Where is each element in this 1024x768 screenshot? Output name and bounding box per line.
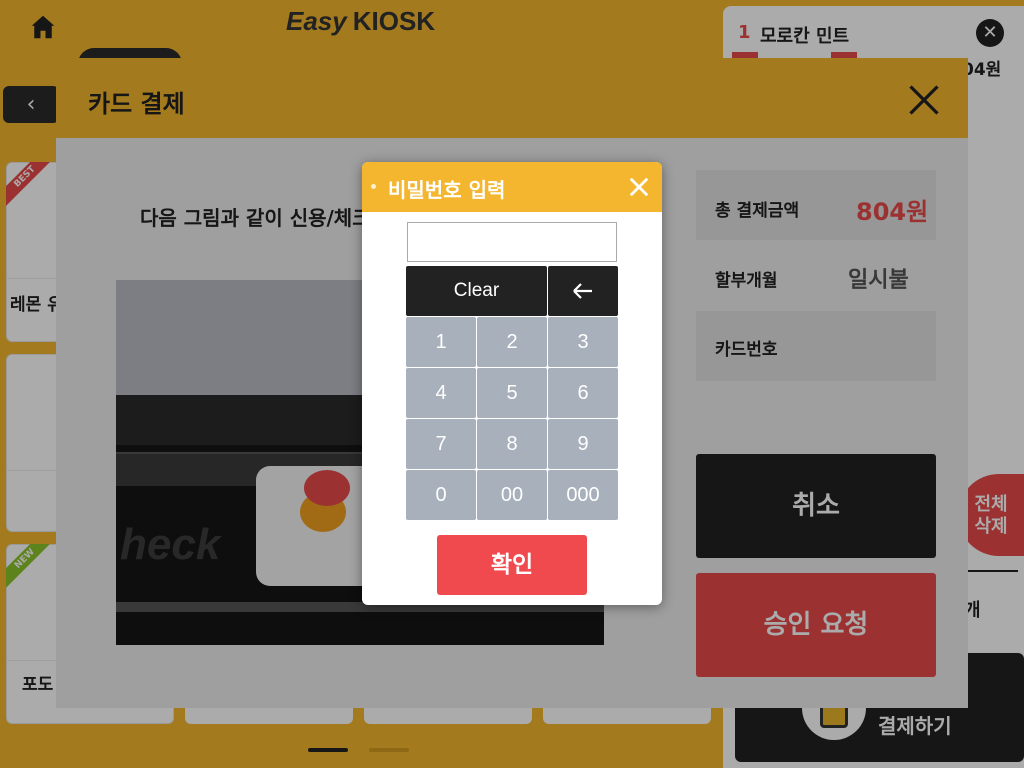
popup-title: 비밀번호 입력	[388, 178, 506, 202]
key-7[interactable]: 7	[406, 419, 476, 469]
key-00[interactable]: 00	[477, 470, 547, 520]
backspace-button[interactable]	[548, 266, 618, 316]
arrow-left-icon	[573, 283, 592, 299]
key-6[interactable]: 6	[548, 368, 618, 418]
password-popup: 비밀번호 입력 Clear 1 2 3 4 5 6 7 8 9 0 00 000…	[362, 162, 662, 605]
key-2[interactable]: 2	[477, 317, 547, 367]
key-0[interactable]: 0	[406, 470, 476, 520]
key-000[interactable]: 000	[548, 470, 618, 520]
key-5[interactable]: 5	[477, 368, 547, 418]
bullet-icon	[371, 184, 376, 189]
password-input[interactable]	[407, 222, 617, 262]
confirm-button[interactable]: 확인	[437, 535, 587, 595]
key-4[interactable]: 4	[406, 368, 476, 418]
key-8[interactable]: 8	[477, 419, 547, 469]
key-1[interactable]: 1	[406, 317, 476, 367]
key-9[interactable]: 9	[548, 419, 618, 469]
close-icon[interactable]	[628, 176, 650, 198]
clear-button[interactable]: Clear	[406, 266, 547, 316]
key-3[interactable]: 3	[548, 317, 618, 367]
